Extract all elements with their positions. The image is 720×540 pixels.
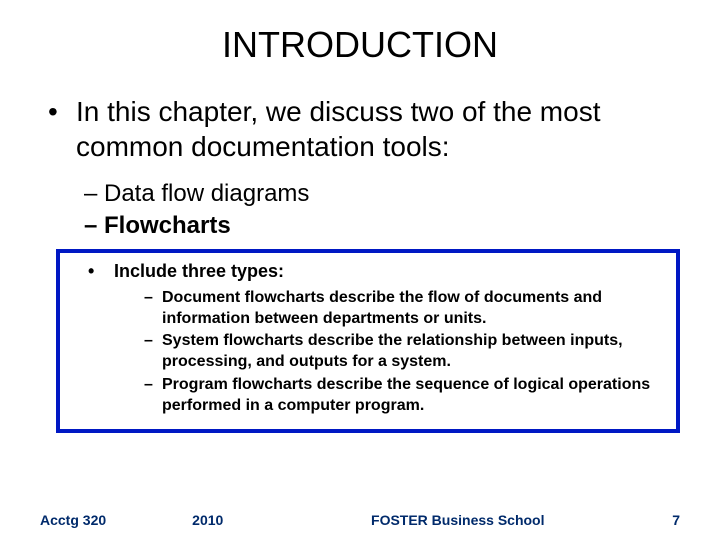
footer: Acctg 320 2010 FOSTER Business School 7 <box>0 512 720 528</box>
footer-course: Acctg 320 <box>40 512 106 528</box>
list-item: Data flow diagrams <box>84 178 692 210</box>
box-list: Document flowcharts describe the flow of… <box>144 288 656 417</box>
list-item: Program flowcharts describe the sequence… <box>144 375 656 417</box>
term: Program flowcharts <box>162 376 312 393</box>
list-item: Flowcharts <box>84 210 692 242</box>
flowchart-types-box: Include three types: Document flowcharts… <box>56 249 680 433</box>
lead-bullet: In this chapter, we discuss two of the m… <box>48 94 682 164</box>
footer-school: FOSTER Business School <box>283 512 632 528</box>
list-item: Document flowcharts describe the flow of… <box>144 288 656 330</box>
footer-page: 7 <box>672 512 680 528</box>
tools-list: Data flow diagrams Flowcharts <box>84 178 692 243</box>
slide-title: INTRODUCTION <box>28 24 692 66</box>
term: System flowcharts <box>162 332 303 349</box>
box-heading: Include three types: <box>88 261 662 282</box>
slide: INTRODUCTION In this chapter, we discuss… <box>0 0 720 540</box>
footer-year: 2010 <box>192 512 223 528</box>
term: Document flowcharts <box>162 289 325 306</box>
list-item: System flowcharts describe the relations… <box>144 331 656 373</box>
